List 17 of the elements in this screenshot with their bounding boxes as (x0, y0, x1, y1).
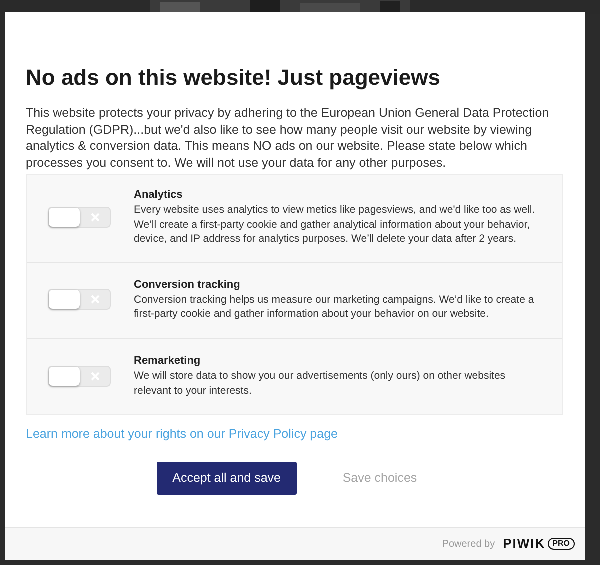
consent-description: We will store data to show you our advertisements (only ours) on other websites relevant to your interests. (134, 368, 507, 398)
intro-paragraph: This website protects your privacy by adhering to the European Union General Data Protection Regulation (GDPR)...but we'd also like to see how many people visit our website by viewing analytics & conversion data. This means NO ads on our website. Please state below which processes you consent to. We will not use your data for any other purposes. (26, 105, 550, 171)
accept-all-button[interactable]: Accept all and save (156, 462, 297, 495)
dialog-title: No ads on this website! Just pageviews (26, 64, 442, 92)
consent-description: Conversion tracking helps us measure our marketing campaigns. We’d like to create a first-party cookie and gather information about your behavior on our website. (134, 292, 536, 322)
brand-name: PIWIK (503, 535, 546, 554)
powered-by-label: Powered by (442, 538, 496, 552)
consent-description: Every website uses analytics to view metics like pagesviews, and we'd like too as well. We’ll create a first-party cookie and gather analytical information about your behavior, device, and IP address for analytics purposes. We’ll delete your data after 2 years. (134, 203, 536, 247)
consent-title: Analytics (134, 188, 184, 203)
toggle-switch[interactable] (48, 206, 111, 228)
brand-badge: PRO (548, 538, 575, 550)
consent-title: Conversion tracking (134, 278, 242, 293)
toggle-switch[interactable] (48, 366, 111, 387)
toggle-switch[interactable] (48, 289, 111, 310)
save-choices-button[interactable]: Save choices (326, 462, 434, 495)
consent-title: Remarketing (134, 354, 202, 369)
privacy-policy-link[interactable]: Learn more about your rights on our Privacy Policy page (26, 425, 338, 444)
